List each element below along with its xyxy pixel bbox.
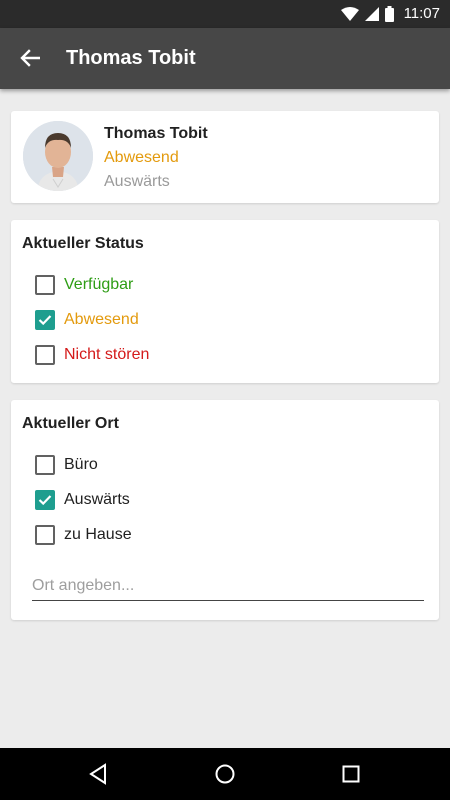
- status-option-dnd[interactable]: Nicht stören: [35, 343, 149, 367]
- location-input[interactable]: Ort angeben...: [32, 575, 424, 601]
- nav-recents-button[interactable]: [338, 761, 364, 787]
- location-option-home[interactable]: zu Hause: [35, 523, 132, 547]
- check-icon: [38, 315, 52, 326]
- battery-icon: [385, 6, 394, 22]
- navigation-bar: [0, 748, 450, 800]
- profile-location: Auswärts: [104, 173, 170, 190]
- arrow-left-icon: [20, 49, 40, 67]
- back-triangle-icon: [89, 763, 106, 785]
- location-option-away[interactable]: Auswärts: [35, 488, 130, 512]
- checkbox-checked[interactable]: [35, 490, 55, 510]
- status-icons: [341, 6, 394, 22]
- app-bar: Thomas Tobit: [0, 28, 450, 89]
- profile-status: Abwesend: [104, 149, 179, 166]
- checkbox[interactable]: [35, 525, 55, 545]
- option-label: Auswärts: [64, 491, 130, 508]
- option-label: Verfügbar: [64, 276, 134, 293]
- wifi-icon: [341, 7, 359, 21]
- option-label: Nicht stören: [64, 346, 150, 363]
- location-card: Aktueller Ort Büro Auswärts zu Hause Ort…: [11, 400, 439, 620]
- signal-icon: [365, 7, 379, 21]
- status-card: Aktueller Status Verfügbar Abwesend Nich…: [11, 220, 439, 383]
- location-option-office[interactable]: Büro: [35, 453, 98, 477]
- page-title: Thomas Tobit: [66, 47, 196, 69]
- home-circle-icon: [215, 764, 235, 784]
- avatar[interactable]: [23, 121, 93, 191]
- checkbox[interactable]: [35, 275, 55, 295]
- nav-home-button[interactable]: [212, 761, 238, 787]
- profile-name: Thomas Tobit: [104, 125, 208, 142]
- option-label: zu Hause: [64, 526, 132, 543]
- checkbox[interactable]: [35, 345, 55, 365]
- clock: 11:07: [403, 5, 440, 22]
- checkbox[interactable]: [35, 455, 55, 475]
- location-section-title: Aktueller Ort: [22, 415, 119, 432]
- nav-back-button[interactable]: [86, 761, 112, 787]
- status-option-available[interactable]: Verfügbar: [35, 273, 133, 297]
- option-label: Büro: [64, 456, 98, 473]
- check-icon: [38, 495, 52, 506]
- status-bar: 11:07: [0, 0, 450, 28]
- recents-square-icon: [342, 765, 360, 783]
- profile-card: Thomas Tobit Abwesend Auswärts: [11, 111, 439, 203]
- checkbox-checked[interactable]: [35, 310, 55, 330]
- back-button[interactable]: [14, 44, 46, 72]
- status-option-away[interactable]: Abwesend: [35, 308, 139, 332]
- option-label: Abwesend: [64, 311, 139, 328]
- status-section-title: Aktueller Status: [22, 235, 144, 252]
